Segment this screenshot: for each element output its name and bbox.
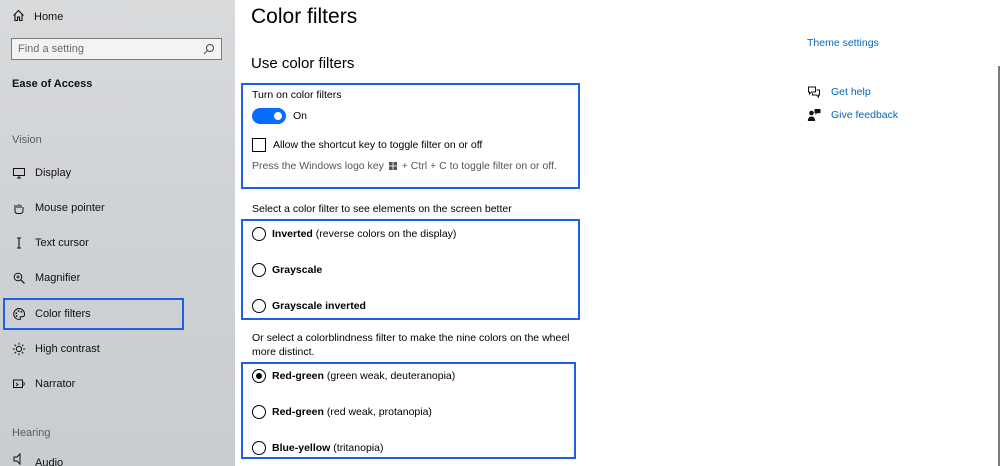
- search-input[interactable]: Find a setting: [11, 38, 222, 60]
- section-subtitle: Use color filters: [251, 55, 355, 72]
- radio-red-green-deuteranopia[interactable]: [252, 369, 266, 383]
- sidebar-item-label: Display: [35, 167, 72, 179]
- color-filter-toggle[interactable]: [252, 108, 286, 124]
- sidebar-item-high-contrast[interactable]: High contrast: [3, 334, 184, 364]
- windows-logo-icon: [388, 162, 397, 170]
- sidebar-item-color-filters[interactable]: Color filters: [3, 298, 184, 330]
- toggle-state-label: On: [293, 110, 308, 122]
- radio-red-green-deuteranopia-label: Red-green (green weak, deuteranopia): [272, 370, 455, 382]
- turn-on-label: Turn on color filters: [252, 89, 342, 101]
- magnifier-icon: [11, 270, 27, 286]
- radio-inverted-label: Inverted (reverse colors on the display): [272, 228, 456, 240]
- hint-suffix: + Ctrl + C to toggle filter on or off.: [401, 160, 557, 172]
- filter-desc: (tritanopia): [330, 442, 384, 454]
- radio-grayscale[interactable]: [252, 263, 266, 277]
- sidebar-item-label: Magnifier: [35, 272, 81, 284]
- toggle-knob: [274, 112, 282, 120]
- group-label-hearing: Hearing: [12, 427, 51, 439]
- home-link[interactable]: Home: [12, 8, 63, 26]
- theme-settings-link[interactable]: Theme settings: [807, 37, 879, 49]
- radio-grayscale-inverted[interactable]: [252, 299, 266, 313]
- filter-name: Blue-yellow: [272, 442, 331, 454]
- filter-name: Grayscale: [272, 264, 323, 276]
- shortcut-checkbox[interactable]: [252, 138, 266, 152]
- sidebar: Home Find a setting Ease of Access Visio…: [0, 0, 235, 466]
- mouse-pointer-icon: [11, 200, 27, 216]
- main-content: Color filters Use color filters Turn on …: [235, 0, 1000, 466]
- speaker-icon: [11, 451, 27, 466]
- sidebar-item-text-cursor[interactable]: Text cursor: [3, 228, 184, 258]
- sidebar-item-label: High contrast: [35, 343, 100, 355]
- sidebar-item-display[interactable]: Display: [3, 158, 184, 188]
- help-chat-icon: [807, 85, 821, 99]
- get-help-link[interactable]: Get help: [807, 85, 871, 99]
- sun-icon: [11, 341, 27, 357]
- filter-name: Grayscale inverted: [272, 300, 366, 312]
- home-label: Home: [34, 11, 64, 23]
- filter-name: Inverted: [272, 228, 313, 240]
- sidebar-item-narrator[interactable]: Narrator: [3, 369, 184, 399]
- sidebar-item-label: Audio: [35, 457, 64, 466]
- radio-red-green-protanopia[interactable]: [252, 405, 266, 419]
- give-feedback-link[interactable]: Give feedback: [807, 108, 898, 122]
- filter-name: Red-green: [272, 406, 324, 418]
- search-icon[interactable]: [203, 43, 215, 55]
- shortcut-label: Allow the shortcut key to toggle filter …: [273, 139, 483, 151]
- palette-icon: [11, 306, 27, 322]
- page-title: Color filters: [251, 5, 358, 28]
- get-help-label: Get help: [831, 86, 871, 98]
- search-placeholder: Find a setting: [18, 43, 85, 55]
- radio-blue-yellow[interactable]: [252, 441, 266, 455]
- radio-blue-yellow-label: Blue-yellow (tritanopia): [272, 442, 383, 454]
- narrator-icon: [11, 376, 27, 392]
- colorblind-label-line2: more distinct.: [252, 346, 315, 358]
- select-filter-label: Select a color filter to see elements on…: [252, 203, 512, 215]
- monitor-icon: [11, 165, 27, 181]
- radio-inverted[interactable]: [252, 227, 266, 241]
- text-cursor-icon: [11, 235, 27, 251]
- filter-desc: (red weak, protanopia): [323, 406, 432, 418]
- colorblind-label-line1: Or select a colorblindness filter to mak…: [252, 332, 570, 344]
- give-feedback-label: Give feedback: [831, 109, 899, 121]
- home-icon: [12, 9, 28, 25]
- group-label-vision: Vision: [12, 134, 42, 146]
- feedback-person-icon: [807, 108, 821, 122]
- radio-red-green-protanopia-label: Red-green (red weak, protanopia): [272, 406, 432, 418]
- filter-desc: (green weak, deuteranopia): [323, 370, 456, 382]
- filter-name: Red-green: [272, 370, 324, 382]
- sidebar-item-label: Color filters: [35, 308, 91, 320]
- shortcut-hint: Press the Windows logo key + Ctrl + C to…: [252, 160, 557, 172]
- sidebar-item-label: Mouse pointer: [35, 202, 105, 214]
- sidebar-item-label: Narrator: [35, 378, 76, 390]
- sidebar-item-audio[interactable]: Audio: [3, 451, 184, 466]
- radio-grayscale-label: Grayscale: [272, 264, 322, 276]
- sidebar-item-magnifier[interactable]: Magnifier: [3, 263, 184, 293]
- radio-grayscale-inverted-label: Grayscale inverted: [272, 300, 366, 312]
- sidebar-item-label: Text cursor: [35, 237, 89, 249]
- hint-prefix: Press the Windows logo key: [252, 160, 384, 172]
- sidebar-item-mouse-pointer[interactable]: Mouse pointer: [3, 193, 184, 223]
- section-title: Ease of Access: [12, 78, 93, 90]
- filter-desc: (reverse colors on the display): [312, 228, 457, 240]
